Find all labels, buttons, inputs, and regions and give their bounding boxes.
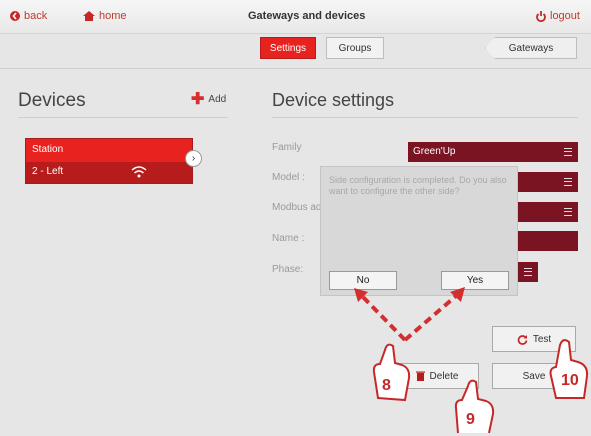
callout-9: 9: [466, 411, 475, 428]
hand-pointer-icon-8: [372, 343, 411, 402]
callout-10: 10: [561, 372, 579, 389]
arrows-annotation: [354, 287, 465, 342]
annotation-overlay: [354, 287, 589, 434]
callout-8: 8: [382, 377, 391, 394]
